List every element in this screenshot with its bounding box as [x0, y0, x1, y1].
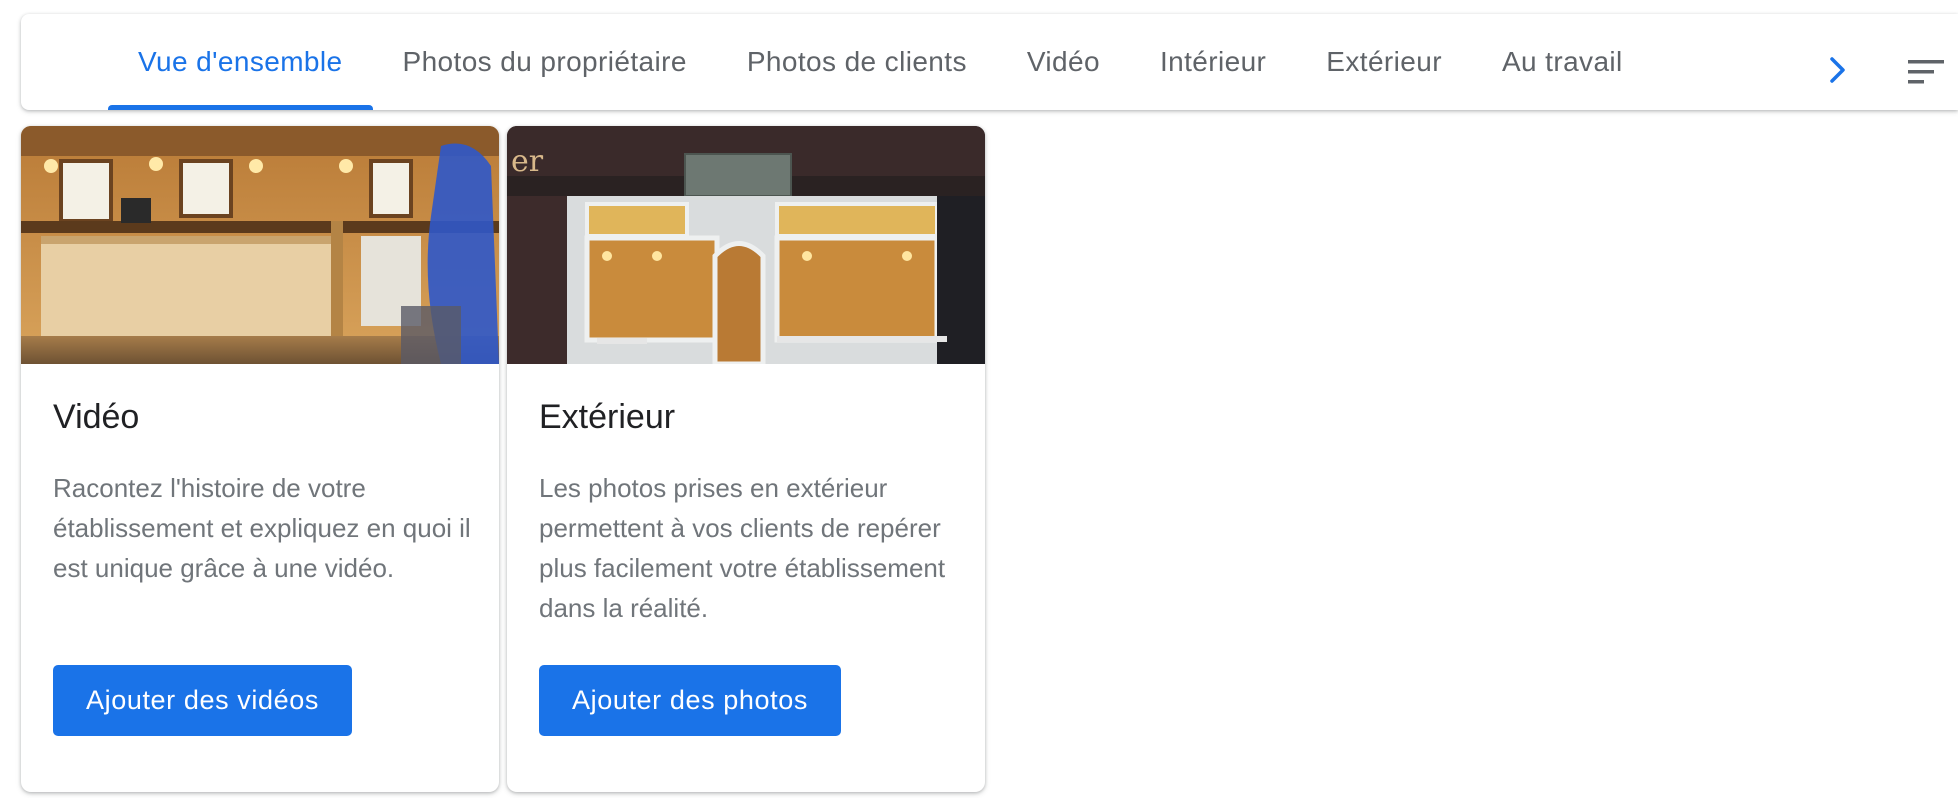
- tab-customer-photos[interactable]: Photos de clients: [717, 14, 997, 110]
- video-card: Vidéo Racontez l'histoire de votre établ…: [21, 126, 499, 792]
- tabs-next-button[interactable]: [1818, 50, 1858, 90]
- exterior-card: er Extérieur Les photos prises en extéri…: [507, 126, 985, 792]
- card-description: Les photos prises en extérieur permetten…: [539, 473, 946, 623]
- sort-icon: [1908, 60, 1944, 84]
- tab-overview[interactable]: Vue d'ensemble: [108, 14, 373, 110]
- shop-interior-photo: [21, 126, 499, 364]
- card-title: Extérieur: [539, 398, 676, 436]
- svg-text:er: er: [511, 144, 544, 179]
- tab-exterior[interactable]: Extérieur: [1296, 14, 1472, 110]
- photo-category-tabbar: Vue d'ensemble Photos du propriétaire Ph…: [21, 14, 1958, 110]
- card-description: Racontez l'histoire de votre établisseme…: [53, 473, 471, 583]
- sort-button[interactable]: [1902, 52, 1952, 92]
- tab-at-work[interactable]: Au travail: [1472, 14, 1653, 110]
- add-photos-button[interactable]: Ajouter des photos: [539, 665, 841, 736]
- tab-owner-photos[interactable]: Photos du propriétaire: [373, 14, 717, 110]
- tab-video[interactable]: Vidéo: [997, 14, 1130, 110]
- tab-list: Vue d'ensemble Photos du propriétaire Ph…: [108, 14, 1653, 110]
- storefront-exterior-photo: er: [507, 126, 985, 364]
- chevron-right-icon: [1830, 57, 1845, 83]
- add-videos-button[interactable]: Ajouter des vidéos: [53, 665, 352, 736]
- card-title: Vidéo: [53, 398, 140, 436]
- tab-interior[interactable]: Intérieur: [1130, 14, 1296, 110]
